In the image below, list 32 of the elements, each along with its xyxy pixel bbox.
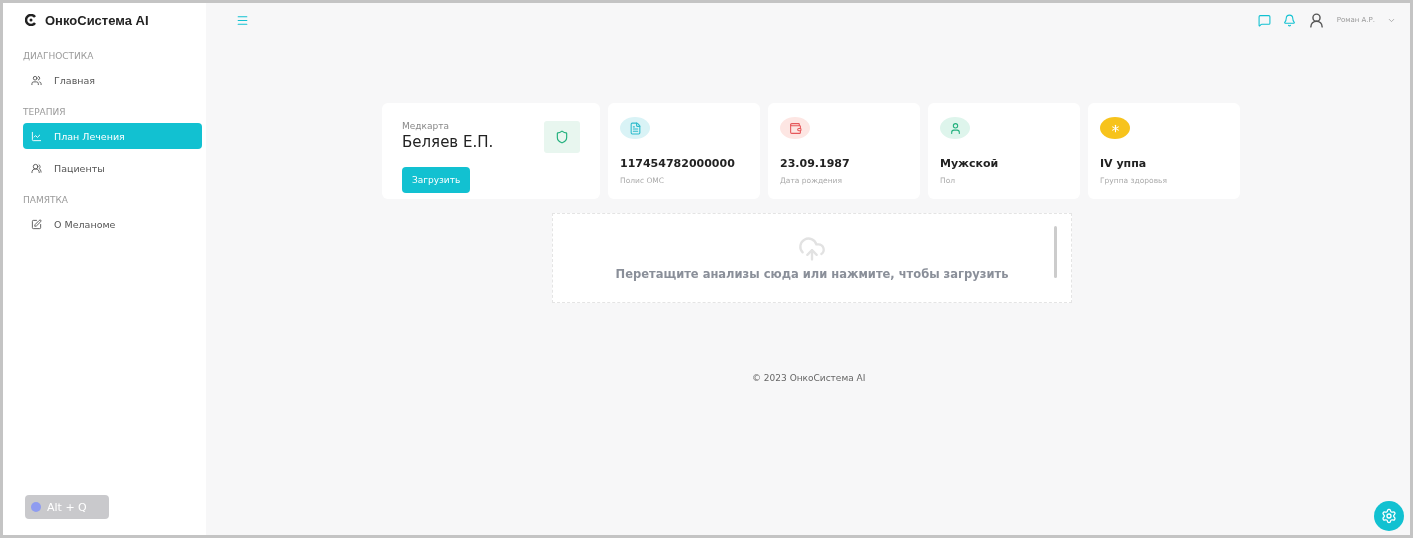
logo-icon bbox=[25, 14, 37, 26]
group-icon bbox=[31, 162, 42, 174]
brand-name: ОнкоСистема AI bbox=[45, 12, 149, 28]
card-caption: Медкарта bbox=[402, 121, 450, 133]
settings-button[interactable] bbox=[1374, 501, 1404, 531]
info-value: Мужской bbox=[940, 157, 1000, 170]
cloud-upload-icon bbox=[798, 235, 826, 263]
menu-icon[interactable] bbox=[236, 13, 249, 27]
info-value: 23.09.1987 bbox=[780, 157, 851, 170]
scrollbar[interactable] bbox=[1054, 226, 1057, 278]
shield-icon bbox=[544, 121, 580, 153]
settings-icon bbox=[1381, 508, 1397, 524]
patient-name: Беляев Е.П. bbox=[402, 133, 495, 153]
sidebar-item[interactable]: О Меланоме bbox=[23, 211, 202, 237]
sidebar-item[interactable]: Пациенты bbox=[23, 155, 202, 181]
sidebar-item[interactable]: План Лечения bbox=[23, 123, 202, 149]
footer-text: © 2023 ОнкоСистема AI bbox=[752, 373, 867, 383]
info-value: 117454782000000 bbox=[620, 157, 736, 170]
users-icon bbox=[31, 74, 42, 86]
chart-icon bbox=[31, 130, 42, 142]
section-title: ПАМЯТКА bbox=[22, 194, 69, 205]
section-title: ДИАГНОСТИКА bbox=[22, 50, 95, 61]
upload-button[interactable]: Загрузить bbox=[402, 167, 471, 193]
upload-dropzone[interactable]: Перетащите анализы сюда или нажмите, чтобы загрузить bbox=[552, 213, 1072, 303]
edit-icon bbox=[31, 218, 42, 230]
message-icon[interactable] bbox=[1257, 13, 1271, 27]
dropzone-text: Перетащите анализы сюда или нажмите, чтобы загрузить bbox=[615, 267, 1009, 281]
section-title: ТЕРАПИЯ bbox=[22, 106, 67, 117]
avatar-icon[interactable] bbox=[1307, 11, 1325, 29]
bell-icon[interactable] bbox=[1282, 13, 1296, 27]
info-value: IV уппа bbox=[1100, 157, 1148, 170]
sidebar-item[interactable]: Главная bbox=[23, 67, 202, 93]
